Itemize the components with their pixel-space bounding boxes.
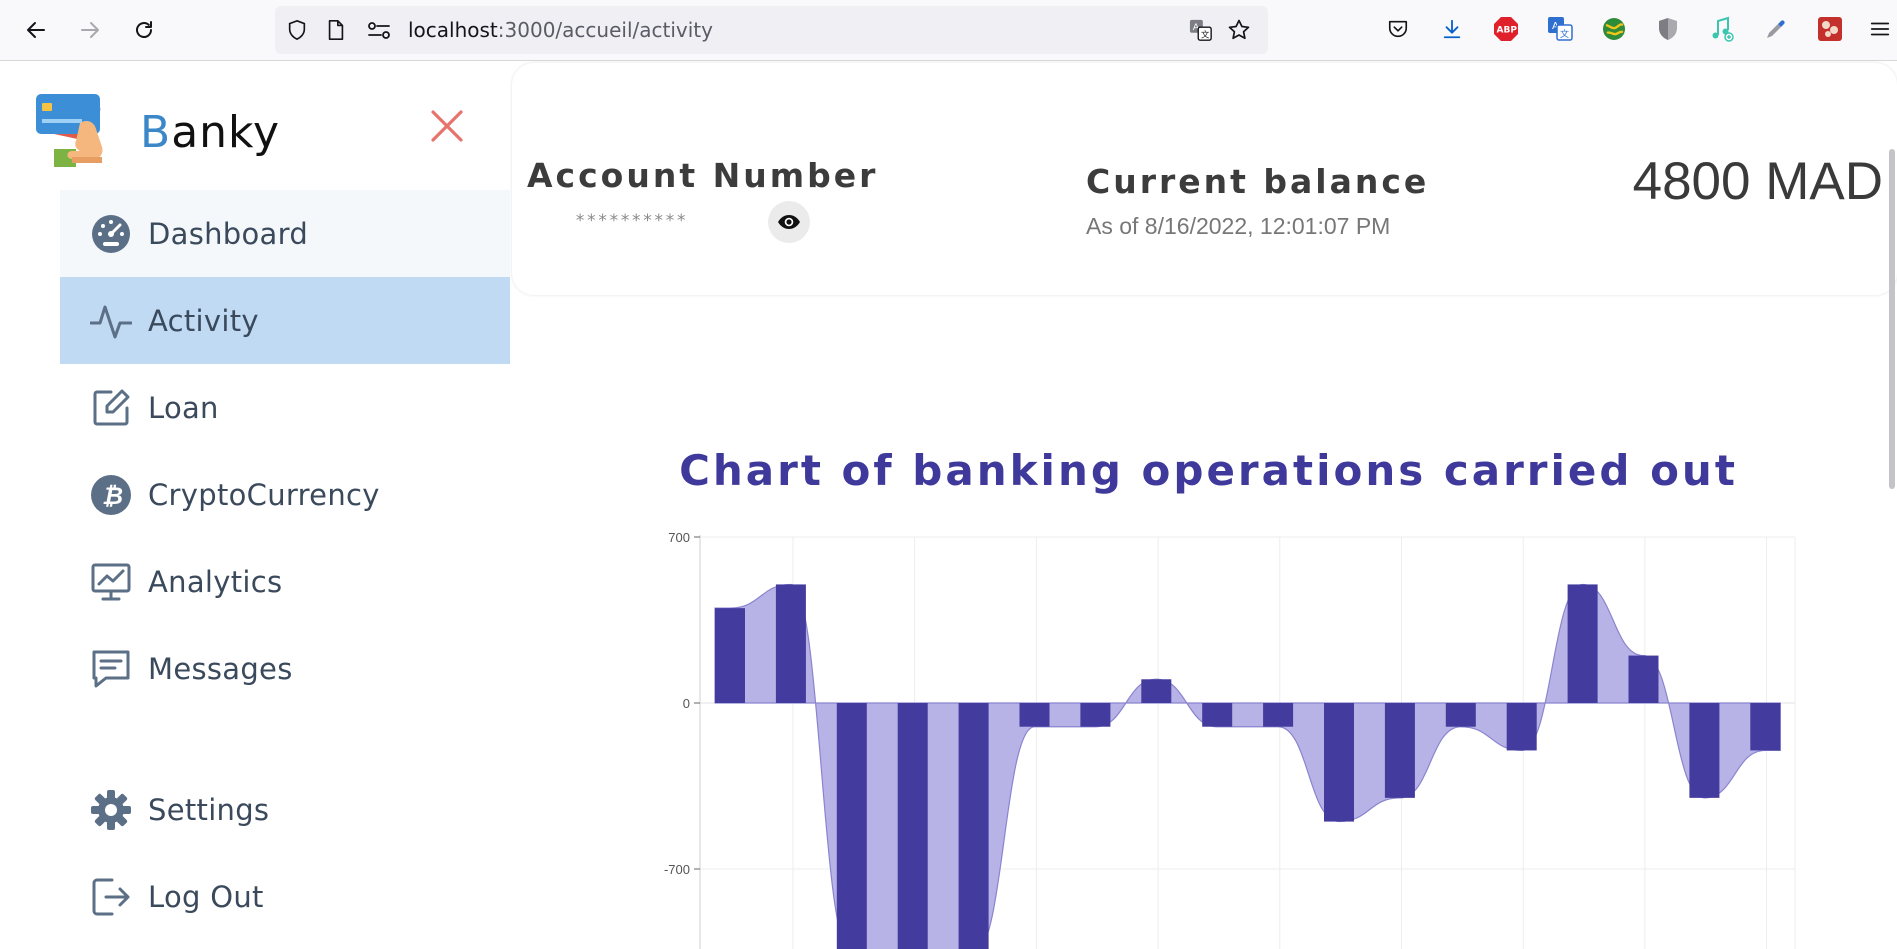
chart-bar xyxy=(836,703,867,949)
chart-bar xyxy=(1689,703,1720,798)
back-button[interactable] xyxy=(18,12,54,48)
svg-text:ABP: ABP xyxy=(1497,26,1518,36)
account-summary-card: Account Number ********** Current balanc… xyxy=(512,63,1897,295)
puzzle-extension-icon[interactable] xyxy=(1816,15,1844,43)
sidebar-item-dashboard[interactable]: Dashboard xyxy=(60,190,510,277)
adblock-plus-icon[interactable]: ABP xyxy=(1492,15,1520,43)
chart-bar xyxy=(715,608,745,703)
sidebar-item-label: Loan xyxy=(148,391,219,425)
y-tick-label: 700 xyxy=(668,530,690,545)
account-number-value: ********** xyxy=(575,211,688,231)
forward-arrow-icon xyxy=(81,22,99,38)
sidebar-item-label: CryptoCurrency xyxy=(148,478,380,512)
globe-extension-icon[interactable] xyxy=(1600,15,1628,43)
chart-bar xyxy=(1080,703,1111,727)
sidebar: Banky Dashboard Activity Loan ₿ CryptoCu… xyxy=(0,61,510,949)
edit-icon xyxy=(90,388,132,428)
chart-bar xyxy=(1628,655,1659,703)
balance-date: As of 8/16/2022, 12:01:07 PM xyxy=(1086,213,1391,239)
url-host: localhost xyxy=(408,18,498,42)
chart-bar xyxy=(1384,703,1415,798)
chart-bar xyxy=(1202,703,1233,727)
sidebar-item-label: Settings xyxy=(148,793,270,827)
sidebar-item-label: Dashboard xyxy=(148,217,309,251)
bookmark-star-icon[interactable] xyxy=(1227,18,1251,42)
reload-button[interactable] xyxy=(126,12,162,48)
permissions-icon[interactable] xyxy=(367,18,391,42)
chart-bar xyxy=(897,703,928,949)
chart-bar xyxy=(1263,703,1294,727)
sidebar-item-messages[interactable]: Messages xyxy=(60,625,510,712)
close-icon xyxy=(431,110,463,142)
sidebar-item-settings[interactable]: Settings xyxy=(60,766,510,853)
sidebar-item-activity[interactable]: Activity xyxy=(60,277,510,364)
message-icon xyxy=(90,649,132,689)
sidebar-item-loan[interactable]: Loan xyxy=(60,364,510,451)
eye-icon xyxy=(778,215,800,229)
page-scrollbar[interactable] xyxy=(1885,61,1897,949)
activity-pulse-icon xyxy=(90,301,132,341)
translator-extension-icon[interactable]: A文 xyxy=(1546,15,1574,43)
brand-name: Banky xyxy=(140,107,280,158)
chart-bar xyxy=(1324,703,1354,822)
sidebar-item-label: Log Out xyxy=(148,880,264,914)
url-bar[interactable]: localhost:3000/accueil/activity A文 xyxy=(275,6,1268,54)
chart-bar xyxy=(958,703,989,949)
chart-bar xyxy=(1567,584,1598,703)
sidebar-item-label: Messages xyxy=(148,652,293,686)
chart-bar xyxy=(1506,703,1537,751)
bitcoin-icon: ₿ xyxy=(90,475,132,515)
eyedropper-icon[interactable] xyxy=(1762,15,1790,43)
privacy-shield-icon[interactable] xyxy=(1654,15,1682,43)
gear-icon xyxy=(90,790,132,830)
sidebar-item-label: Activity xyxy=(148,304,259,338)
browser-toolbar: localhost:3000/accueil/activity A文 ABP A… xyxy=(0,0,1897,61)
back-arrow-icon xyxy=(27,22,45,38)
reload-icon xyxy=(136,21,152,38)
brand-logo xyxy=(36,89,122,175)
translate-icon[interactable]: A文 xyxy=(1189,18,1213,42)
y-tick-label: 0 xyxy=(683,696,690,711)
presentation-chart-icon xyxy=(90,562,132,602)
toggle-account-visibility-button[interactable] xyxy=(768,201,810,243)
brand-initial: B xyxy=(140,107,172,158)
chart-bar xyxy=(775,584,806,703)
svg-text:₿: ₿ xyxy=(102,482,123,510)
pocket-icon[interactable] xyxy=(1384,15,1412,43)
operations-chart: 700 0 -700 xyxy=(664,530,1796,949)
scrollbar-thumb[interactable] xyxy=(1889,149,1895,489)
sidebar-item-logout[interactable]: Log Out xyxy=(60,853,510,940)
url-text[interactable]: localhost:3000/accueil/activity xyxy=(408,18,713,42)
current-balance-label: Current balance xyxy=(1086,162,1430,201)
area-series xyxy=(714,583,1781,949)
svg-text:文: 文 xyxy=(1560,28,1569,40)
url-path: :3000/accueil/activity xyxy=(497,18,713,42)
page-icon[interactable] xyxy=(324,18,348,42)
sidebar-item-label: Analytics xyxy=(148,565,283,599)
sidebar-item-analytics[interactable]: Analytics xyxy=(60,538,510,625)
account-number-label: Account Number xyxy=(527,156,879,195)
music-note-icon[interactable] xyxy=(1708,15,1736,43)
chart-bar xyxy=(1445,703,1476,727)
shield-icon[interactable] xyxy=(285,18,309,42)
balance-amount: 4800 MAD xyxy=(1632,152,1883,211)
hamburger-menu-icon[interactable] xyxy=(1866,15,1894,43)
chart-bar xyxy=(1019,703,1050,727)
dashboard-gauge-icon xyxy=(90,214,132,254)
chart-bar xyxy=(1750,703,1781,751)
downloads-icon[interactable] xyxy=(1438,15,1466,43)
chart-bar xyxy=(1141,679,1172,703)
sidebar-item-cryptocurrency[interactable]: ₿ CryptoCurrency xyxy=(60,451,510,538)
close-sidebar-button[interactable] xyxy=(430,109,464,143)
logout-icon xyxy=(90,877,132,917)
svg-text:文: 文 xyxy=(1201,29,1210,39)
chart-title: Chart of banking operations carried out xyxy=(679,446,1738,495)
forward-button[interactable] xyxy=(72,12,108,48)
brand-rest: anky xyxy=(171,107,280,158)
y-tick-label: -700 xyxy=(664,862,690,877)
